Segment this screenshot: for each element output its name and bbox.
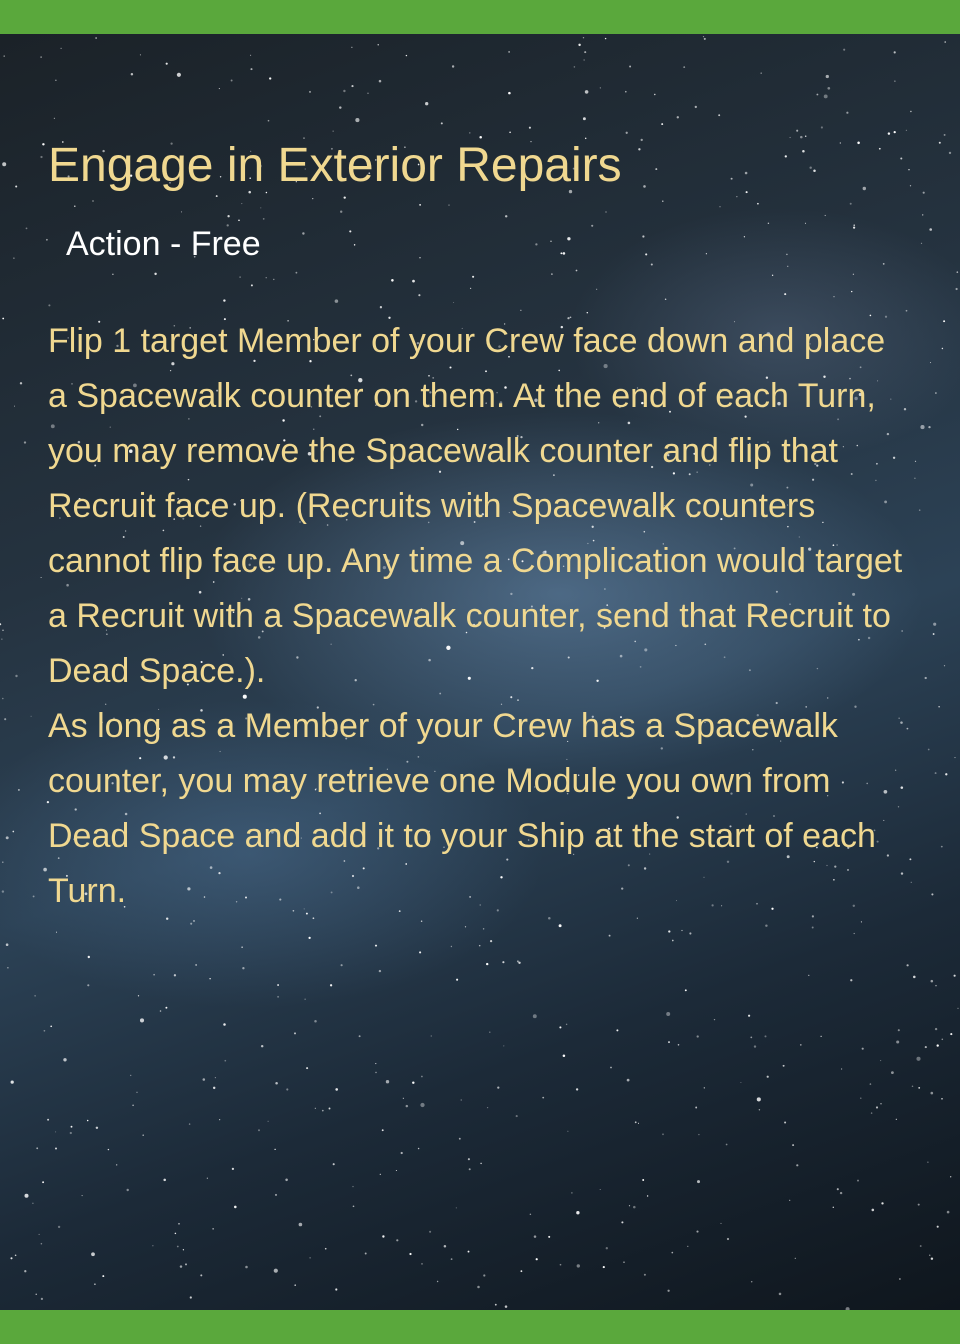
card-body-paragraph: Flip 1 target Member of your Crew face d…: [48, 322, 903, 690]
card: Engage in Exterior Repairs Action - Free…: [0, 0, 960, 1344]
card-type-line: Action - Free: [66, 225, 261, 263]
top-border-band: [0, 0, 960, 34]
card-body-paragraph: As long as a Member of your Crew has a S…: [48, 707, 876, 910]
card-title: Engage in Exterior Repairs: [48, 139, 622, 192]
card-body: Flip 1 target Member of your Crew face d…: [48, 314, 908, 919]
card-content: Engage in Exterior Repairs Action - Free…: [0, 34, 960, 1310]
bottom-border-band: [0, 1310, 960, 1344]
